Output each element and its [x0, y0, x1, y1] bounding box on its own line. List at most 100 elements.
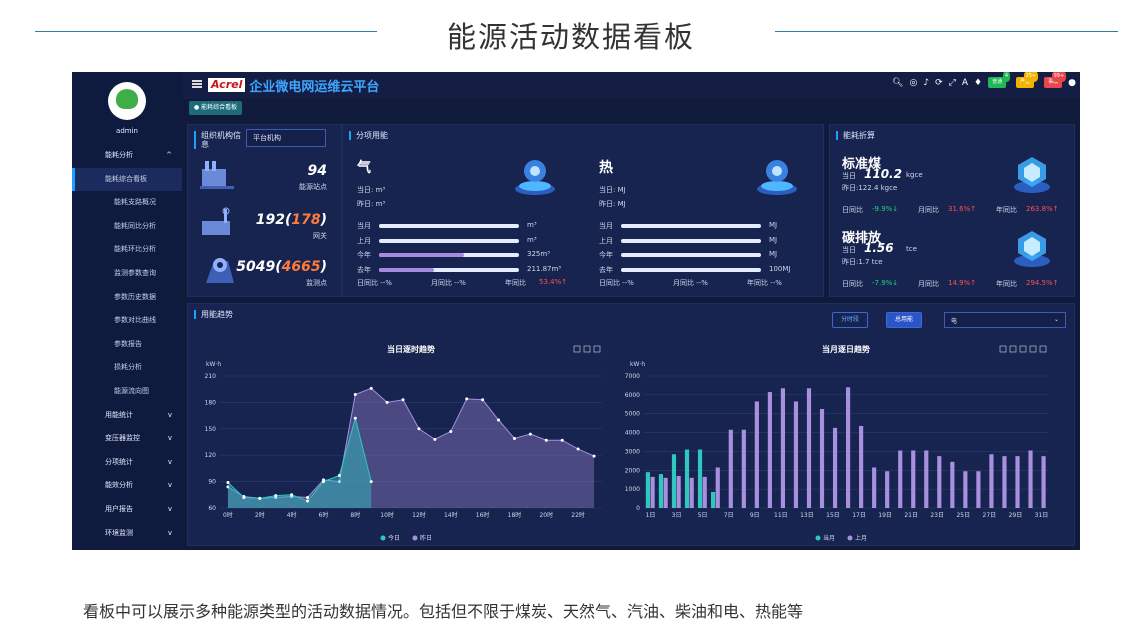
sidebar-item[interactable]: 能耗环比分析: [72, 238, 182, 262]
sidebar-item-label: 参数历史数据: [114, 292, 156, 301]
sidebar-item[interactable]: 参数报告: [72, 333, 182, 357]
sidebar-item[interactable]: 损耗分析: [72, 356, 182, 380]
data-point: [274, 494, 278, 498]
chevron-up-icon: ^: [166, 151, 172, 159]
data-point: [544, 438, 548, 442]
alarm-badge[interactable]: 严重 25+: [1016, 72, 1039, 88]
heat-row-value: 100MJ: [769, 264, 791, 273]
carbon-cube-icon: [1010, 225, 1054, 269]
heat-row-value: MJ: [769, 250, 778, 258]
carbon-day-value: -7.9%↓: [872, 279, 899, 287]
mute-icon[interactable]: ♪: [923, 78, 929, 88]
sidebar-item[interactable]: 监测参数查询: [72, 262, 182, 286]
legend-label: 上月: [855, 534, 867, 542]
bar: [819, 409, 825, 508]
sidebar-item[interactable]: 能耗综合看板: [72, 167, 182, 192]
bar: [950, 461, 955, 508]
gas-row-value: m³: [527, 221, 537, 229]
heat-compare: 月同比 --%: [673, 279, 708, 287]
coal-today-value: 110.2: [864, 167, 902, 181]
sidebar-item[interactable]: 用户报告 v: [72, 498, 182, 522]
sidebar-item-label: 监测参数查询: [114, 268, 156, 277]
sidebar-menu: 能耗分析 ^ 能耗综合看板 能耗支路概况 能耗同比分析 能耗环比分析监测参数查询 参数历史数…: [72, 144, 182, 545]
gas-title: 气: [357, 160, 371, 176]
data-point: [353, 416, 357, 420]
energy-type-select[interactable]: 电 ⌄: [944, 312, 1066, 328]
sidebar-item[interactable]: 能效分析 v: [72, 474, 182, 498]
sidebar-item[interactable]: 分项统计 v: [72, 451, 182, 475]
sidebar-item[interactable]: 能源流向图: [72, 380, 182, 404]
data-point: [306, 495, 310, 499]
skin-icon[interactable]: ♦: [974, 78, 982, 88]
sidebar-item[interactable]: 参数对比曲线: [72, 309, 182, 333]
toolbar-icons: 🔍︎ ◎ ♪ ⟳ ⤢ A ♦ 普通 4 严重 25+ 事故 99+ ●: [892, 72, 1076, 88]
y-tick-label: 120: [205, 452, 217, 459]
legend-marker: [815, 535, 821, 541]
font-icon[interactable]: A: [962, 78, 968, 88]
avatar[interactable]: [108, 82, 146, 120]
x-tick-label: 22时: [571, 511, 585, 519]
fullscreen-icon[interactable]: ⤢: [949, 78, 956, 88]
gas-row-bar: [379, 267, 519, 272]
tab-dashboard[interactable]: ● 能耗综合看板: [189, 101, 243, 115]
sidebar-item[interactable]: 变压器监控 v: [72, 427, 182, 451]
bar: [806, 388, 812, 508]
bar: [963, 471, 968, 508]
y-tick-label: 3000: [625, 448, 640, 455]
x-tick-label: 11日: [774, 512, 788, 519]
search-icon[interactable]: 🔍︎: [892, 78, 903, 88]
bar: [754, 401, 759, 508]
gas-yoy-value: 53.4%↑: [539, 278, 568, 286]
heat-title: 热: [599, 160, 613, 176]
alarm-badge[interactable]: 事故 99+: [1044, 72, 1067, 88]
data-point: [226, 480, 230, 484]
x-tick-label: 1日: [646, 512, 656, 519]
sidebar-item-label: 用能统计: [105, 410, 133, 419]
heat-today: 当日: MJ: [599, 186, 626, 194]
data-point: [465, 397, 469, 401]
chevron-down-icon: v: [167, 481, 172, 490]
sidebar-item[interactable]: 环境监测 v: [72, 522, 182, 546]
bar: [671, 454, 677, 508]
data-point: [512, 436, 516, 440]
help-icon[interactable]: ◎: [909, 78, 917, 88]
alarm-badge[interactable]: 普通 4: [988, 72, 1011, 88]
y-tick-label: 60: [208, 505, 216, 512]
x-tick-label: 23日: [930, 512, 944, 519]
sidebar-item[interactable]: 能耗同比分析: [72, 215, 182, 239]
coal-day-label: 日同比: [842, 206, 863, 214]
x-tick-label: 8时: [350, 511, 360, 519]
heat-row-bar: [621, 253, 761, 257]
refresh-icon[interactable]: ⟳: [935, 78, 943, 88]
gas-compare: 年同比: [505, 279, 526, 287]
data-point: [306, 499, 310, 503]
data-point: [592, 454, 596, 458]
x-tick-label: 15日: [826, 512, 840, 519]
data-point: [576, 447, 580, 451]
x-tick-label: 2时: [255, 511, 265, 519]
sidebar-item-label: 变压器监控: [105, 434, 140, 443]
carbon-yesterday: 昨日:1.7 tce: [842, 258, 883, 266]
bar: [663, 477, 668, 508]
sidebar-item[interactable]: 能耗支路概况: [72, 191, 182, 215]
data-point: [528, 432, 532, 436]
sidebar-item[interactable]: 用能统计 v: [72, 404, 182, 428]
chevron-down-icon: v: [167, 410, 172, 419]
bar: [1028, 450, 1033, 508]
org-select[interactable]: 平台机构: [246, 129, 326, 147]
user-icon[interactable]: ●: [1068, 78, 1076, 88]
sidebar-item[interactable]: 能耗分析 ^: [72, 144, 182, 168]
gas-today: 当日: m³: [357, 186, 386, 194]
carbon-year-value: 294.5%↑: [1026, 279, 1059, 287]
toolbox-restore-icon: [573, 345, 581, 353]
period-button[interactable]: 分时段: [832, 312, 869, 328]
hourly-chart: 当日逐时趋势 kW·h 60 90 120 150 180 210 0时 2时 4时 6时 8时 10时 1…: [205, 344, 602, 542]
sidebar-item[interactable]: 参数历史数据: [72, 286, 182, 310]
bar: [676, 475, 681, 508]
menu-toggle-icon[interactable]: [192, 80, 202, 88]
bar: [697, 449, 703, 508]
gas-row-bar: [379, 238, 519, 243]
y-axis-label: kW·h: [630, 361, 645, 368]
download-icon: [1039, 345, 1047, 353]
total-button[interactable]: 总用能: [886, 312, 923, 328]
